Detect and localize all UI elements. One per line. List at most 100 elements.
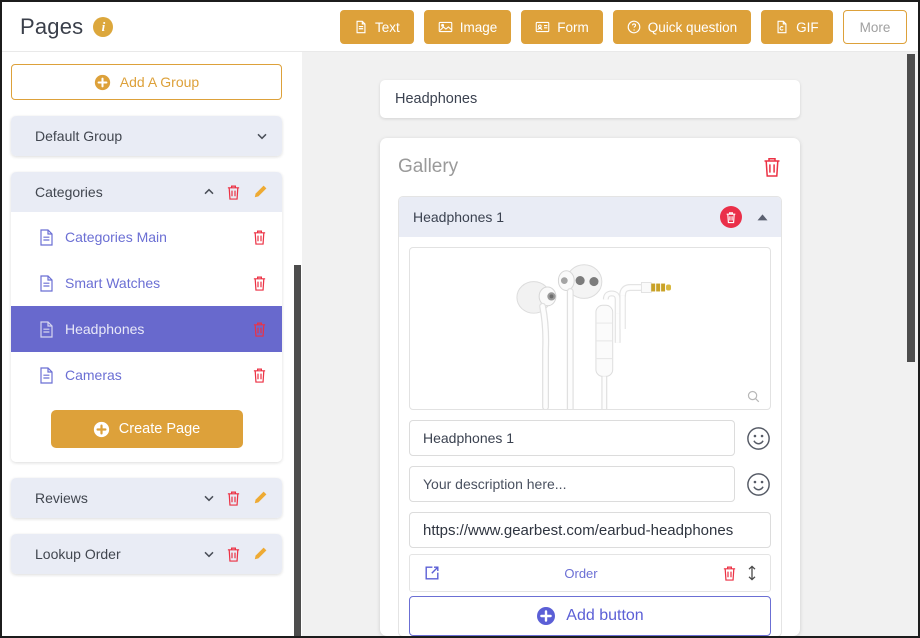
trash-icon[interactable] (252, 367, 267, 384)
document-icon (40, 274, 53, 292)
toolbar: Text Image Form Quick question GIF More (340, 10, 908, 44)
item-name-row: Headphones 1 (409, 420, 771, 456)
page-title: Pages (20, 13, 84, 39)
image-button[interactable]: Image (423, 10, 512, 44)
order-button-row: Order (409, 554, 771, 592)
emoji-smiley-icon[interactable] (746, 472, 771, 497)
group-header-default[interactable]: Default Group (11, 116, 282, 156)
trash-icon (726, 211, 736, 223)
sidebar-scrollbar-thumb[interactable] (294, 265, 301, 636)
group-body-categories: Categories Main Smart Watches Headphones… (11, 212, 282, 462)
page-title-field[interactable]: Headphones (380, 80, 800, 118)
group-lookup-order: Lookup Order (11, 534, 282, 574)
group-actions (203, 546, 268, 563)
emoji-smiley-icon[interactable] (746, 426, 771, 451)
page-name: Categories Main (65, 229, 167, 245)
plus-circle-icon (94, 74, 110, 90)
page-title-value: Headphones (395, 91, 478, 107)
up-down-arrow-icon[interactable] (746, 565, 758, 581)
page-row-cameras[interactable]: Cameras (11, 352, 282, 398)
group-name: Reviews (35, 490, 88, 506)
earbud-headphones-illustration (422, 248, 758, 409)
page-name: Cameras (65, 367, 122, 383)
group-header-lookup-order[interactable]: Lookup Order (11, 534, 282, 574)
text-file-icon (356, 20, 366, 34)
gallery-item: Headphones 1 Headphones 1 Your descripti… (398, 196, 782, 636)
item-description-input[interactable]: Your description here... (409, 466, 735, 502)
trash-icon[interactable] (722, 565, 737, 582)
image-button-label: Image (459, 19, 498, 35)
pencil-icon[interactable] (252, 546, 268, 562)
item-url-input[interactable]: https://www.gearbest.com/earbud-headphon… (409, 512, 771, 548)
document-icon (40, 228, 53, 246)
sidebar: Add A Group Default Group Categories Cat… (2, 52, 302, 636)
more-button-label: More (859, 19, 891, 35)
page-row-headphones[interactable]: Headphones (11, 306, 282, 352)
pencil-icon[interactable] (252, 184, 268, 200)
chevron-up-icon[interactable] (203, 186, 215, 198)
item-description-value: Your description here... (423, 476, 567, 492)
document-icon (40, 320, 53, 338)
gallery-item-header[interactable]: Headphones 1 (399, 197, 781, 237)
trash-icon[interactable] (252, 275, 267, 292)
item-name-input[interactable]: Headphones 1 (409, 420, 735, 456)
more-button[interactable]: More (842, 10, 908, 44)
group-categories: Categories Categories Main Smart Watches… (11, 172, 282, 462)
magnifier-icon[interactable] (747, 390, 760, 403)
document-icon (40, 366, 53, 384)
group-name: Lookup Order (35, 546, 121, 562)
trash-icon[interactable] (762, 156, 782, 178)
form-button-label: Form (557, 19, 589, 35)
chevron-down-icon[interactable] (203, 548, 215, 560)
item-url-value: https://www.gearbest.com/earbud-headphon… (423, 521, 734, 539)
top-bar: Pages i Text Image Form Quick question G… (2, 2, 918, 52)
text-button-label: Text (375, 19, 400, 35)
group-actions (203, 184, 268, 201)
trash-icon[interactable] (252, 321, 267, 338)
gallery-label: Gallery (398, 156, 459, 177)
pencil-icon[interactable] (252, 490, 268, 506)
trash-icon[interactable] (252, 229, 267, 246)
item-description-row: Your description here... (409, 466, 771, 502)
external-link-icon[interactable] (424, 565, 440, 581)
main-scrollbar-thumb[interactable] (907, 54, 915, 362)
group-header-reviews[interactable]: Reviews (11, 478, 282, 518)
app-window: Pages i Text Image Form Quick question G… (0, 0, 920, 638)
chevron-down-icon[interactable] (203, 492, 215, 504)
product-image[interactable] (409, 247, 771, 410)
gif-button[interactable]: GIF (761, 10, 833, 44)
main-canvas: Headphones Gallery Headphones 1 Headphon… (302, 52, 918, 636)
info-circle-icon[interactable]: i (93, 16, 114, 37)
group-reviews: Reviews (11, 478, 282, 518)
gif-file-icon (777, 20, 787, 34)
create-page-label: Create Page (118, 421, 201, 437)
quick-question-button[interactable]: Quick question (612, 10, 752, 44)
trash-icon[interactable] (226, 184, 241, 201)
trash-icon[interactable] (226, 490, 241, 507)
page-row-categories-main[interactable]: Categories Main (11, 214, 282, 260)
chevron-down-icon[interactable] (256, 130, 268, 142)
group-name: Default Group (35, 128, 123, 144)
gallery-block: Gallery Headphones 1 Headphones 1 Your d… (380, 138, 800, 636)
gallery-header: Gallery (380, 138, 800, 196)
order-button-label: Order (564, 565, 598, 581)
gallery-item-body: Headphones 1 Your description here... ht… (399, 237, 781, 636)
group-actions (256, 130, 268, 142)
add-button-button[interactable]: Add button (409, 596, 771, 636)
delete-item-button[interactable] (720, 206, 742, 228)
add-button-label: Add button (566, 607, 644, 624)
gallery-item-title: Headphones 1 (413, 209, 505, 225)
form-button[interactable]: Form (521, 10, 603, 44)
text-button[interactable]: Text (340, 10, 414, 44)
gif-button-label: GIF (796, 19, 819, 35)
group-header-categories[interactable]: Categories (11, 172, 282, 212)
caret-up-icon[interactable] (756, 211, 769, 224)
trash-icon[interactable] (226, 546, 241, 563)
page-name: Headphones (65, 321, 145, 337)
image-icon (438, 21, 453, 33)
page-row-smart-watches[interactable]: Smart Watches (11, 260, 282, 306)
add-group-button[interactable]: Add A Group (11, 64, 282, 100)
plus-circle-icon (537, 607, 556, 625)
group-actions (203, 490, 268, 507)
create-page-button[interactable]: Create Page (50, 410, 243, 448)
